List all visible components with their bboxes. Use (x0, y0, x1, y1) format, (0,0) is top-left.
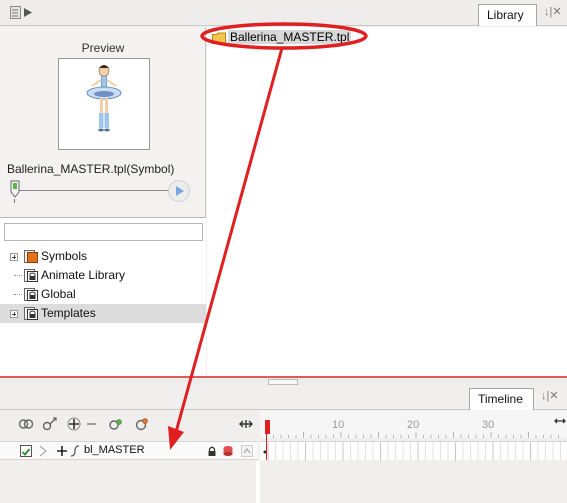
remove-layer-icon[interactable] (84, 416, 100, 432)
preview-slider-thumb[interactable] (10, 180, 20, 198)
playhead-line (266, 432, 267, 460)
layer-name[interactable]: bl_MASTER (84, 444, 145, 456)
library-lock-icon (24, 269, 38, 282)
color-swatch-icon[interactable] (222, 445, 234, 457)
collapse-columns-icon[interactable] (238, 416, 254, 432)
timeline-view: Timeline ↓|✕ 10 20 30 bl_MASTER (0, 385, 567, 503)
tree-item-label: Global (41, 287, 76, 301)
layer-list-empty (0, 461, 256, 503)
preview-slider-track[interactable] (14, 190, 172, 191)
show-layers-icon[interactable] (108, 416, 124, 432)
add-drawing-layer-icon[interactable] (42, 416, 58, 432)
tab-menu-icon[interactable]: ↓|✕ (540, 5, 567, 25)
function-curve-icon[interactable] (69, 445, 81, 457)
tree-connector (14, 294, 22, 295)
library-view: Library ↓|✕ Preview Ballerina_MASTER.tpl (0, 0, 567, 378)
library-folder-icon (24, 250, 38, 263)
check-icon (21, 448, 31, 456)
expand-icon[interactable] (10, 310, 18, 318)
frames-empty-area (260, 461, 567, 503)
tree-connector (14, 275, 22, 276)
library-search-input[interactable] (4, 223, 203, 241)
panel-splitter[interactable] (0, 376, 567, 390)
tree-item-label: Symbols (41, 249, 88, 263)
tree-item-global[interactable]: Global (0, 285, 206, 304)
ruler-label: 20 (407, 419, 420, 431)
preview-thumbnail (58, 58, 150, 150)
folder-icon (212, 32, 226, 44)
preview-symbol-name: Ballerina_MASTER.tpl(Symbol) (7, 162, 175, 176)
scroll-up-icon[interactable] (241, 445, 253, 457)
add-layer-icon[interactable] (66, 416, 82, 432)
add-icon[interactable] (56, 445, 68, 457)
timeline-layer-row[interactable]: bl_MASTER (0, 441, 258, 460)
library-lock-icon (24, 288, 38, 301)
library-left-panel: Preview Ballerina_MASTER.tpl(Symbol) Sym… (0, 27, 206, 378)
tree-item-symbols[interactable]: Symbols (0, 247, 206, 266)
tree-item-animate-library[interactable]: Animate Library (0, 266, 206, 285)
library-content-panel: Ballerina_MASTER.tpl (207, 27, 567, 378)
ruler-label: 10 (332, 419, 345, 431)
view-menu-icon[interactable] (10, 6, 34, 19)
ballerina-preview-image (86, 65, 122, 132)
play-icon (176, 186, 184, 196)
onion-skin-icon[interactable] (18, 416, 34, 432)
lock-icon[interactable] (207, 445, 217, 457)
frame-cells (263, 442, 561, 461)
zoom-arrows-icon[interactable] (554, 415, 566, 427)
tab-library[interactable]: Library (478, 4, 537, 26)
tree-item-label: Templates (41, 306, 96, 320)
timeline-ruler[interactable]: 10 20 30 (260, 411, 567, 438)
layer-arrow-icon[interactable] (38, 445, 48, 457)
tab-timeline[interactable]: Timeline (469, 388, 534, 410)
library-tree: Symbols Animate Library Global Templates (0, 217, 206, 378)
timeline-tabbar: Timeline ↓|✕ (0, 385, 567, 410)
layer-enable-checkbox[interactable] (20, 445, 32, 457)
layer-properties-icon[interactable] (134, 416, 150, 432)
ruler-ticks (266, 432, 559, 438)
timeline-toolbar (0, 411, 258, 437)
preview-title: Preview (81, 41, 125, 55)
expand-icon[interactable] (10, 253, 18, 261)
tree-item-templates[interactable]: Templates (0, 304, 206, 323)
play-preview-button[interactable] (168, 180, 190, 202)
tab-menu-icon[interactable]: ↓|✕ (537, 389, 567, 409)
tree-item-label: Animate Library (41, 268, 126, 282)
library-lock-icon (24, 307, 38, 320)
timeline-frames[interactable] (260, 441, 567, 461)
library-toolbar: Library ↓|✕ (0, 0, 567, 26)
template-file-label: Ballerina_MASTER.tpl (228, 30, 352, 44)
ruler-label: 30 (482, 419, 495, 431)
slider-tick (14, 199, 15, 203)
